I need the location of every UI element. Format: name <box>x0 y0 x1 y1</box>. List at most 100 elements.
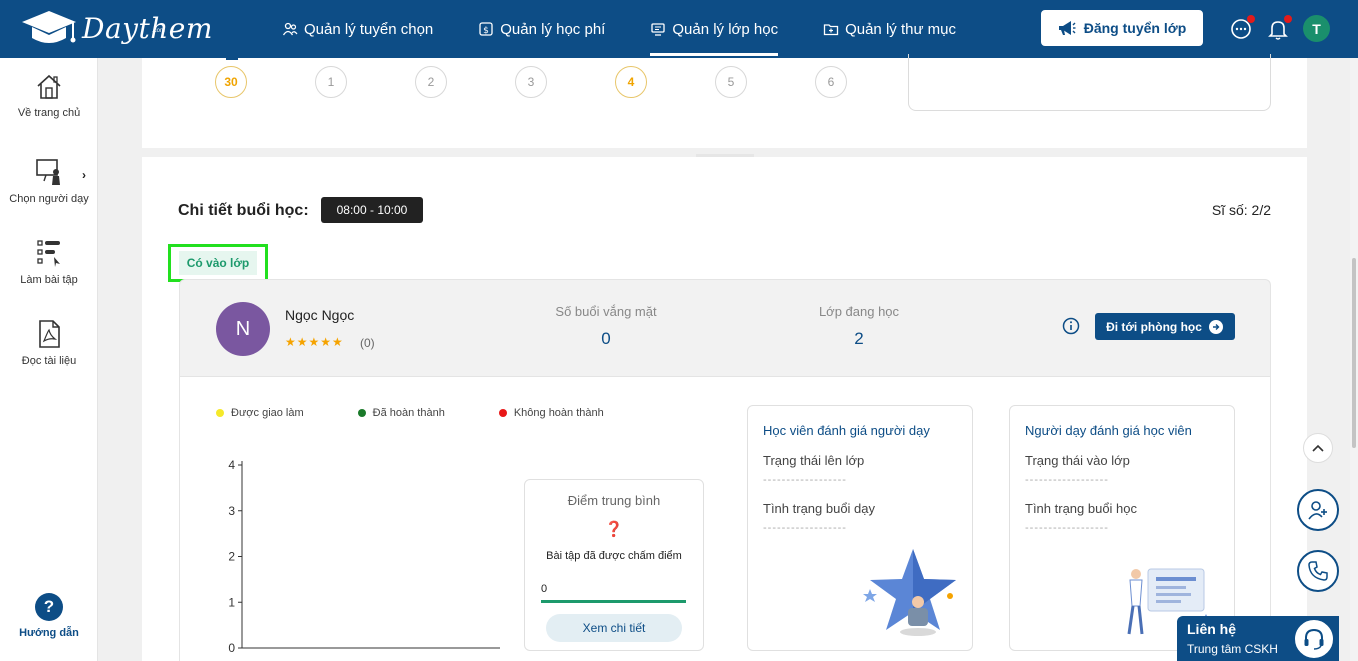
legend-label: Không hoàn thành <box>513 407 604 419</box>
nav-item-folders[interactable]: Quản lý thư mục <box>823 0 956 58</box>
y-tick-label: 0 <box>228 641 235 655</box>
call-button[interactable] <box>1297 550 1339 592</box>
day-item[interactable]: 3 <box>515 66 547 98</box>
session-summary-box <box>908 54 1271 111</box>
legend-item: Đã hoàn thành <box>357 407 445 419</box>
sidebar-item-label: Làm bài tập <box>20 274 78 286</box>
graded-label: Bài tập đã được chấm điểm <box>546 550 682 562</box>
absent-label: Số buổi vắng mặt <box>555 304 657 319</box>
sidebar-item-documents[interactable]: Đọc tài liệu <box>0 319 98 367</box>
view-detail-button[interactable]: Xem chi tiết <box>546 614 682 642</box>
go-to-classroom-label: Đi tới phòng học <box>1106 319 1202 334</box>
sidebar-item-label: Về trang chủ <box>17 107 81 119</box>
monitor-icon <box>651 23 665 36</box>
sidebar-item-label: Đọc tài liệu <box>21 355 77 367</box>
legend-label: Đã hoàn thành <box>372 407 445 419</box>
y-tick-label: 3 <box>228 504 235 518</box>
day-item[interactable]: 1 <box>315 66 347 98</box>
chevron-right-icon[interactable]: › <box>82 168 86 182</box>
legend-item: Không hoàn thành <box>498 407 604 419</box>
sidebar-item-label: Chọn người dạy <box>9 193 89 205</box>
customer-support-widget[interactable]: Liên hệ Trung tâm CSKH <box>1177 616 1339 661</box>
y-tick-label: 4 <box>228 458 235 472</box>
main-nav: Quản lý tuyển chọn $ Quản lý học phí Quả… <box>282 0 1001 58</box>
scroll-thumb[interactable] <box>1352 258 1356 448</box>
student-review-teacher-card: Học viên đánh giá người dạy Trạng thái l… <box>747 405 973 651</box>
megaphone-icon <box>1058 21 1076 35</box>
sidebar-help[interactable]: ? Hướng dẫn <box>0 593 98 639</box>
top-navbar: Daythem .com Quản lý tuyển chọn $ Quản l… <box>0 0 1358 58</box>
detail-title: Chi tiết buổi học: <box>178 202 309 219</box>
nav-item-classes[interactable]: Quản lý lớp học <box>650 0 778 58</box>
legend-dot-green <box>357 409 366 417</box>
users-icon <box>282 22 298 36</box>
graduation-cap-icon <box>22 11 76 43</box>
phone-icon <box>1308 561 1328 581</box>
student-avatar: N <box>216 302 270 356</box>
absent-value: 0 <box>601 329 611 348</box>
notification-button[interactable] <box>1266 15 1292 41</box>
nav-label: Quản lý tuyển chọn <box>304 20 434 38</box>
nav-item-selection[interactable]: Quản lý tuyển chọn <box>282 0 433 58</box>
user-avatar[interactable]: T <box>1303 15 1330 42</box>
chat-button[interactable] <box>1229 15 1255 41</box>
review-title: Người dạy đánh giá học viên <box>1025 423 1192 438</box>
go-to-classroom-button[interactable]: Đi tới phòng học <box>1095 313 1235 340</box>
home-icon <box>37 74 61 99</box>
attendance-status-highlight: Có vào lớp <box>168 244 268 282</box>
teacher-board-icon <box>36 159 60 185</box>
performance-panel: Được giao làm Đã hoàn thành Không hoàn t… <box>179 377 1271 661</box>
day-item[interactable]: 5 <box>715 66 747 98</box>
legend-dot-red <box>498 409 507 417</box>
left-sidebar: Về trang chủ Chọn người dạy › Làm bài tậ… <box>0 58 98 661</box>
day-item[interactable]: 4 <box>615 66 647 98</box>
brand-logo[interactable]: Daythem <box>18 8 213 48</box>
nav-label: Quản lý học phí <box>500 20 606 38</box>
support-subtitle: Trung tâm CSKH <box>1187 642 1278 656</box>
score-title: Điểm trung bình <box>567 493 661 508</box>
sidebar-item-home[interactable]: Về trang chủ <box>0 73 98 119</box>
selected-day-marker <box>226 58 238 60</box>
help-icon: ? <box>35 593 63 621</box>
rating-count: (0) <box>360 336 375 350</box>
average-score-card: Điểm trung bình ❓ Bài tập đã được chấm đ… <box>524 479 704 651</box>
chart-legend: Được giao làm Đã hoàn thành Không hoàn t… <box>216 407 658 419</box>
support-title: Liên hệ <box>1187 621 1237 637</box>
session-time-badge: 08:00 - 10:00 <box>321 197 423 223</box>
review-row: Tình trạng buổi học <box>1025 501 1138 516</box>
sidebar-item-homework[interactable]: Làm bài tập <box>0 238 98 286</box>
checklist-icon <box>37 240 60 267</box>
wallet-icon: $ <box>479 22 493 36</box>
folder-icon <box>823 24 839 36</box>
review-row: Trạng thái lên lớp <box>763 453 865 468</box>
help-label: Hướng dẫn <box>19 627 79 639</box>
session-detail-card: Chi tiết buổi học: 08:00 - 10:00 Sĩ số: … <box>142 157 1307 661</box>
legend-label: Được giao làm <box>231 407 304 419</box>
graded-value: 0 <box>541 583 548 595</box>
review-placeholder: ------------------ <box>763 474 847 486</box>
notification-unread-dot <box>1284 15 1292 23</box>
page-scrollbar[interactable] <box>1350 58 1358 661</box>
classes-stat: Lớp đang học 2 <box>784 304 934 349</box>
graded-progress-bar <box>541 600 686 603</box>
classes-label: Lớp đang học <box>818 304 900 319</box>
score-value: ❓ <box>604 521 624 538</box>
pdf-icon <box>39 320 60 348</box>
post-class-button[interactable]: Đăng tuyển lớp <box>1041 10 1203 46</box>
review-row: Trạng thái vào lớp <box>1025 453 1130 468</box>
day-item[interactable]: 2 <box>415 66 447 98</box>
day-item[interactable]: 30 <box>215 66 247 98</box>
student-panel: N Ngọc Ngọc ★★★★★ (0) Số buổi vắng mặt 0… <box>179 279 1271 377</box>
info-icon[interactable] <box>1062 317 1080 335</box>
review-placeholder: ------------------ <box>1025 474 1109 486</box>
star-illustration-icon <box>863 549 956 636</box>
user-plus-icon <box>1308 501 1327 520</box>
day-item[interactable]: 6 <box>815 66 847 98</box>
brand-name: Daythem <box>82 11 213 45</box>
y-tick-label: 2 <box>228 550 235 564</box>
absent-stat: Số buổi vắng mặt 0 <box>531 304 681 349</box>
legend-dot-yellow <box>216 409 224 417</box>
add-contact-button[interactable] <box>1297 489 1339 531</box>
scroll-top-button[interactable] <box>1303 433 1333 463</box>
nav-item-fees[interactable]: $ Quản lý học phí <box>478 0 605 58</box>
